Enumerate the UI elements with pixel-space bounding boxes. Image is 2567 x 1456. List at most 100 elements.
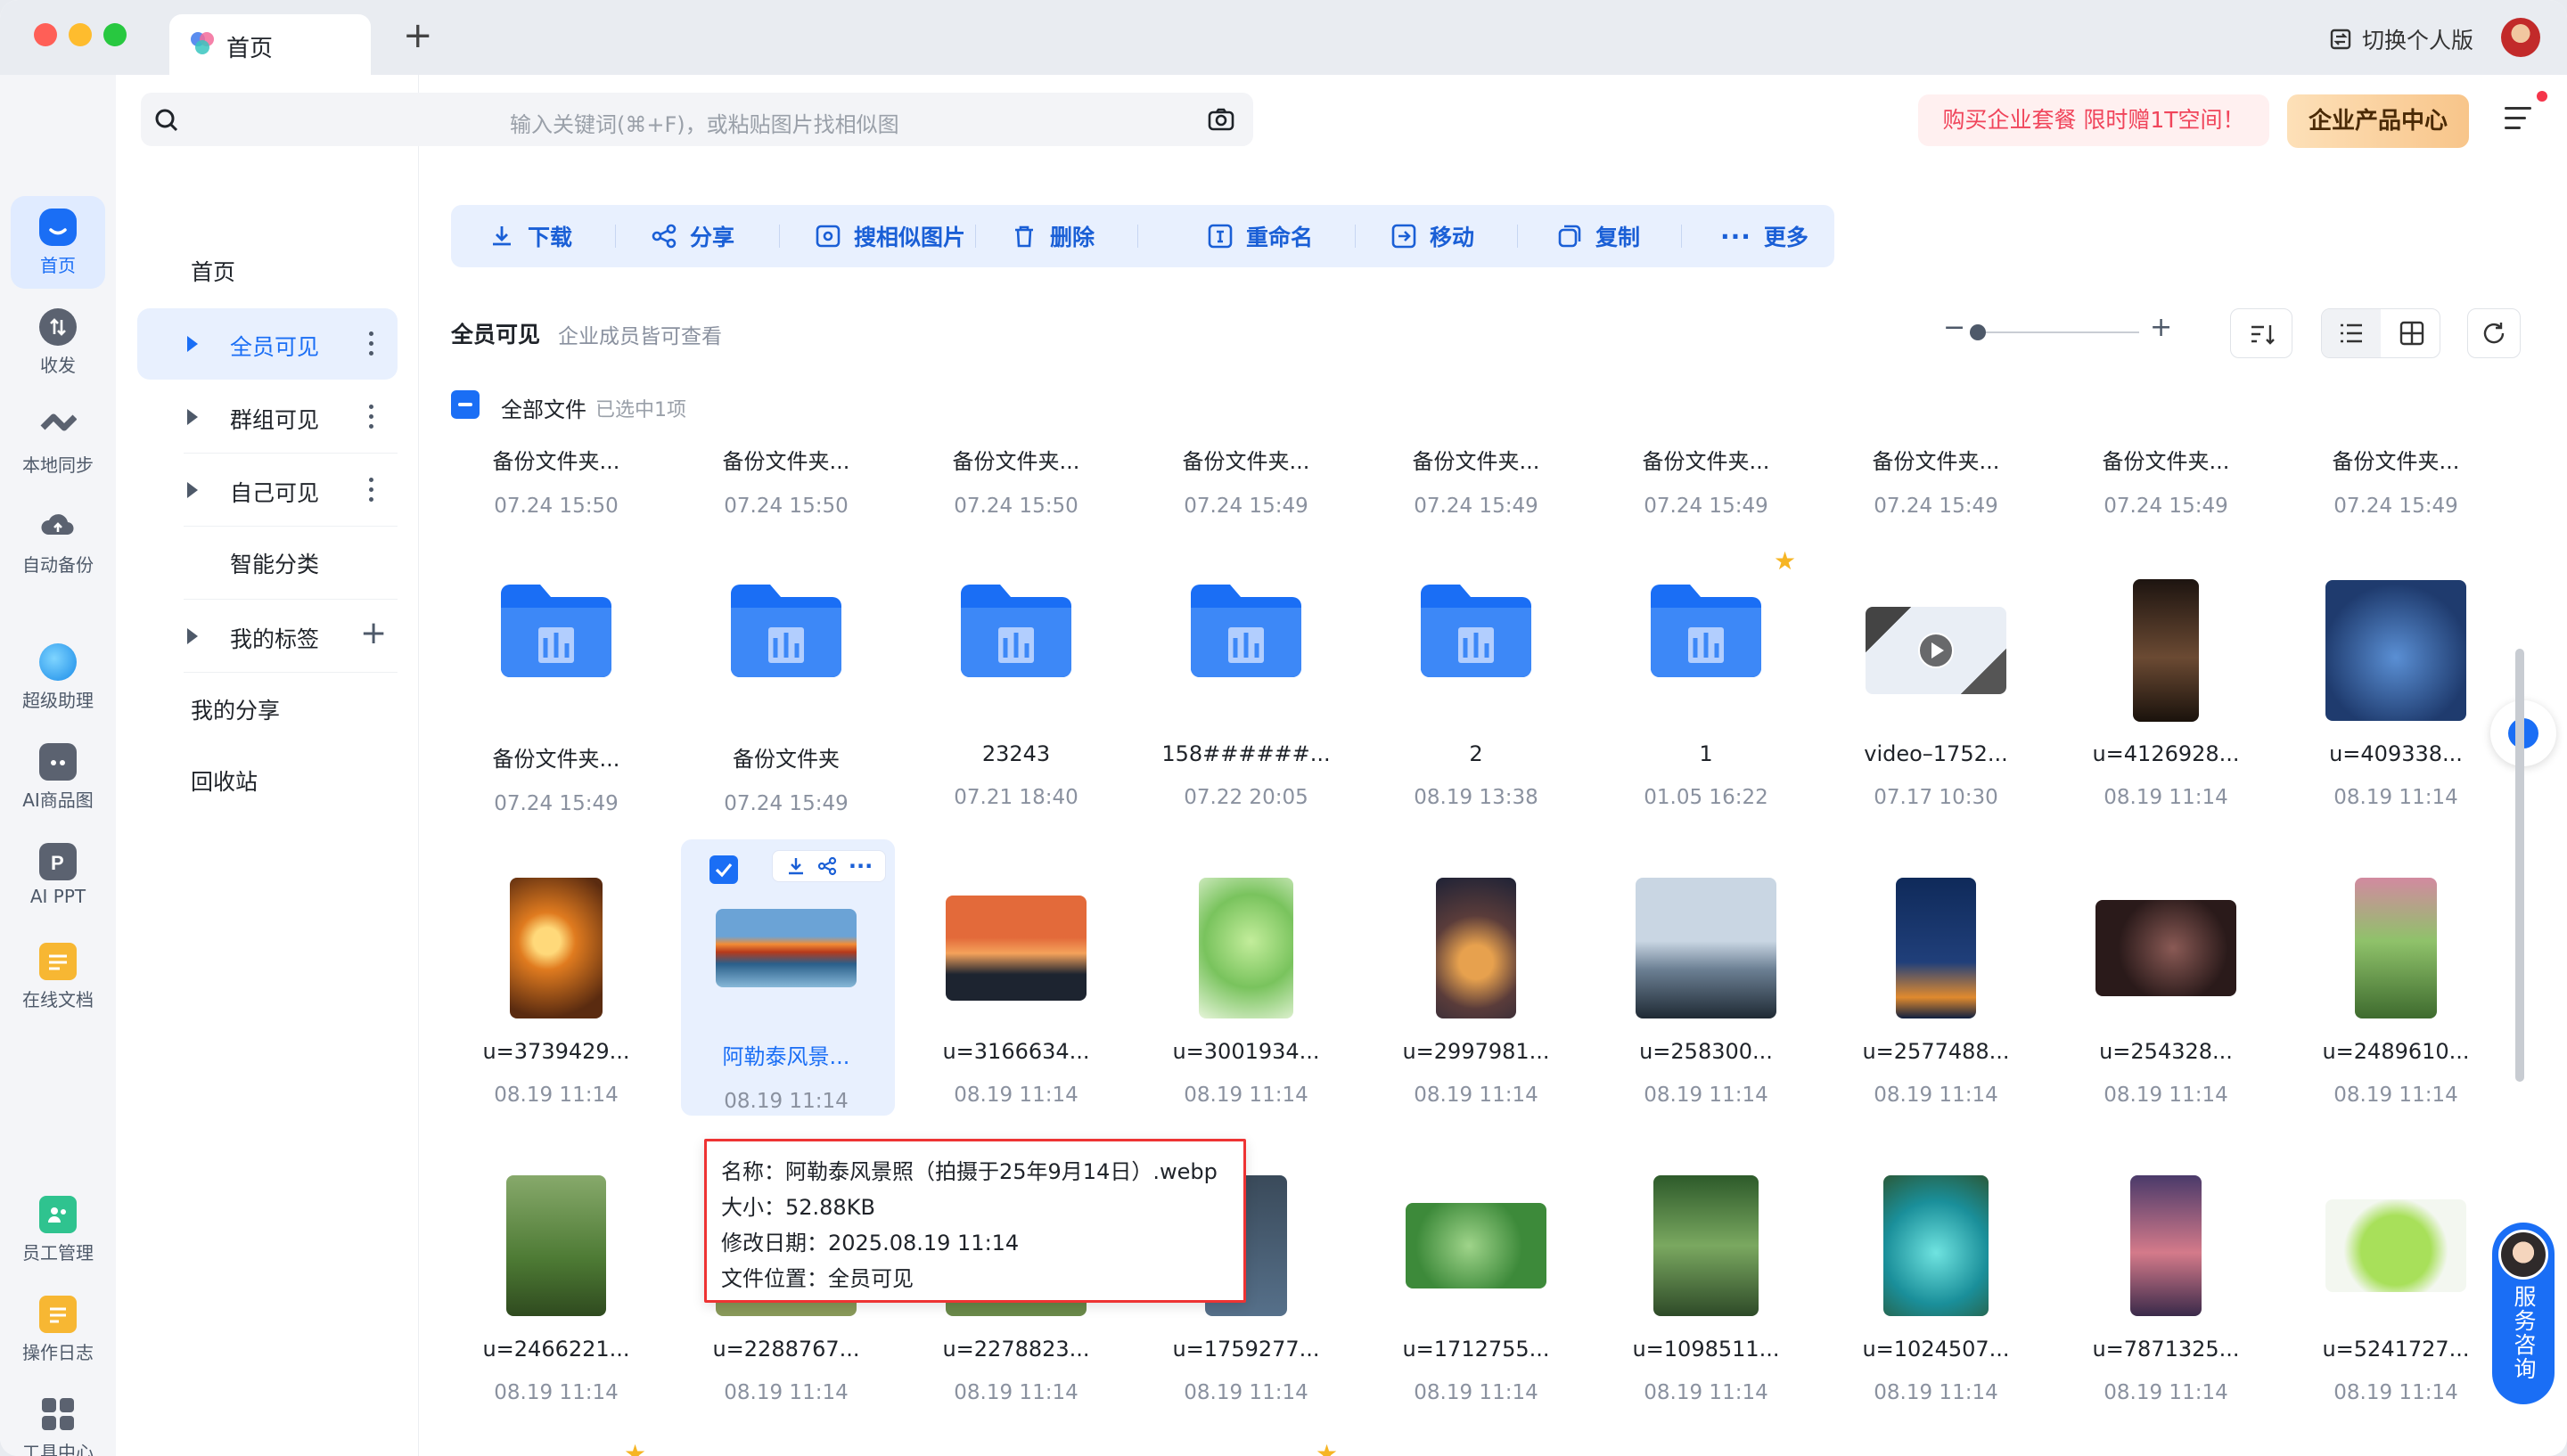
scrollbar[interactable] [2515,649,2524,1082]
grid-view-icon[interactable] [2399,321,2425,346]
file-item[interactable]: 备份文件夹... 07.24 15:49 [1829,444,2043,518]
rail-item-staff[interactable]: 员工管理 [11,1183,105,1276]
close-window-button[interactable] [34,23,57,46]
folder-icon[interactable] [727,581,845,679]
list-view-button[interactable] [2322,309,2381,357]
file-item[interactable]: 备份文件夹... 07.24 15:50 [909,444,1123,518]
file-item[interactable]: u=1712755... 08.19 11:14 [1369,1337,1583,1404]
video-thumbnail[interactable] [1866,607,2006,694]
file-item[interactable]: 备份文件夹... 07.24 15:49 [2289,444,2503,518]
folder-item[interactable]: 2 08.19 13:38 [1369,741,1583,809]
rail-item-transfer[interactable]: 收发 [11,296,105,389]
share-button[interactable]: 分享 [651,205,734,267]
zoom-slider[interactable] [1970,331,2139,333]
image-thumbnail[interactable] [1653,1175,1759,1316]
image-thumbnail[interactable] [506,1175,606,1316]
minimize-window-button[interactable] [69,23,92,46]
file-item[interactable]: u=2577488... 08.19 11:14 [1829,1039,2043,1107]
file-item[interactable]: u=3001934... 08.19 11:14 [1139,1039,1353,1107]
image-thumbnail[interactable] [1436,878,1516,1018]
rail-item-home[interactable]: 首页 [11,196,105,289]
file-item[interactable]: u=1759277... 08.19 11:14 [1139,1337,1353,1404]
rail-item-assistant[interactable]: 超级助理 [11,631,105,724]
similar-image-button[interactable]: 搜相似图片 [815,205,965,267]
image-thumbnail[interactable] [1406,1203,1546,1288]
image-thumbnail[interactable] [1883,1175,1989,1316]
nav-item-home[interactable]: 首页 [137,233,398,305]
file-item[interactable]: 阿勒泰风景... 08.19 11:14 [679,1039,893,1113]
file-item[interactable]: u=3166634... 08.19 11:14 [909,1039,1123,1107]
zoom-out-button[interactable]: − [1943,312,1965,343]
camera-icon[interactable] [1207,107,1235,132]
maximize-window-button[interactable] [103,23,127,46]
more-vertical-icon[interactable] [369,405,374,429]
file-item[interactable]: u=2997981... 08.19 11:14 [1369,1039,1583,1107]
file-item[interactable]: u=409338... 08.19 11:14 [2289,741,2503,809]
copy-button[interactable]: 复制 [1556,205,1640,267]
more-vertical-icon[interactable] [369,478,374,503]
folder-item[interactable]: 1 01.05 16:22 [1599,741,1813,809]
file-item[interactable]: 备份文件夹... 07.24 15:49 [1369,444,1583,518]
file-item[interactable]: u=5241727... 08.19 11:14 [2289,1337,2503,1404]
file-item[interactable]: video–1752... 07.17 10:30 [1829,741,2043,809]
nav-item-smart[interactable]: 智能分类 [137,526,398,597]
folder-item[interactable]: 备份文件夹 07.24 15:49 [679,741,893,815]
nav-item-public[interactable]: 全员可见 [137,308,398,380]
tab-home[interactable]: 首页 [169,14,371,75]
switch-personal-button[interactable]: 切换个人版 [2328,23,2473,55]
more-dots-icon[interactable]: ··· [849,854,873,879]
service-consult-button[interactable]: 服务咨询 [2492,1223,2555,1404]
image-thumbnail[interactable] [946,896,1087,1001]
refresh-button[interactable] [2467,308,2521,358]
folder-item[interactable]: 备份文件夹... 07.24 15:49 [449,741,663,815]
image-thumbnail[interactable] [2133,579,2199,722]
file-item[interactable]: 备份文件夹... 07.24 15:50 [679,444,893,518]
file-item[interactable]: 备份文件夹... 07.24 15:49 [1139,444,1353,518]
image-thumbnail[interactable] [1199,878,1293,1018]
nav-item-tags[interactable]: 我的标签 + [137,601,398,672]
image-thumbnail[interactable] [2355,878,2437,1018]
user-avatar[interactable] [2501,18,2540,57]
expand-arrow-icon[interactable] [187,628,198,644]
folder-icon[interactable] [1417,581,1535,679]
file-item[interactable]: u=254328... 08.19 11:14 [2059,1039,2273,1107]
rail-item-online-doc[interactable]: 在线文档 [11,930,105,1023]
file-item[interactable]: 备份文件夹... 07.24 15:49 [2059,444,2273,518]
nav-item-private[interactable]: 自己可见 [137,454,398,526]
download-button[interactable]: 下载 [488,205,572,267]
file-item[interactable]: u=1024507... 08.19 11:14 [1829,1337,2043,1404]
rail-item-sync[interactable]: 本地同步 [11,396,105,488]
expand-arrow-icon[interactable] [187,482,198,498]
rail-item-ai-product[interactable]: AI商品图 [11,731,105,823]
zoom-in-button[interactable]: + [2150,312,2172,343]
image-thumbnail[interactable] [510,878,603,1018]
rail-item-ai-ppt[interactable]: P AI PPT [11,830,105,923]
image-thumbnail[interactable] [716,909,857,987]
rail-item-backup[interactable]: 自动备份 [11,495,105,588]
folder-icon[interactable] [1187,581,1305,679]
expand-arrow-icon[interactable] [187,409,198,425]
sort-button[interactable] [2230,308,2292,358]
more-button[interactable]: ··· 更多 [1720,205,1808,267]
search-input[interactable]: 输入关键词(⌘+F)，或粘贴图片找相似图 [141,93,1253,146]
nav-item-recycle[interactable]: 回收站 [137,743,398,814]
file-item[interactable]: u=2288767... 08.19 11:14 [679,1337,893,1404]
expand-arrow-icon[interactable] [187,336,198,352]
select-all-checkbox[interactable] [451,390,480,419]
menu-icon[interactable] [2505,107,2531,132]
rail-item-log[interactable]: 操作日志 [11,1283,105,1376]
folder-icon[interactable] [497,581,615,679]
delete-button[interactable]: 删除 [1011,205,1095,267]
folder-item[interactable]: 158######... 07.22 20:05 [1139,741,1353,809]
zoom-slider-handle[interactable] [1970,324,1986,340]
file-item[interactable]: u=258300... 08.19 11:14 [1599,1039,1813,1107]
promo-banner[interactable]: 购买企业套餐 限时赠1T空间！ [1918,94,2269,146]
rename-button[interactable]: 重命名 [1207,205,1313,267]
image-thumbnail[interactable] [2130,1175,2202,1316]
file-item[interactable]: u=2466221... 08.19 11:14 [449,1337,663,1404]
image-thumbnail[interactable] [2325,1199,2466,1292]
folder-icon[interactable] [957,581,1075,679]
add-tag-button[interactable]: + [360,615,387,651]
file-checkbox[interactable] [709,855,738,884]
move-button[interactable]: 移动 [1390,205,1474,267]
